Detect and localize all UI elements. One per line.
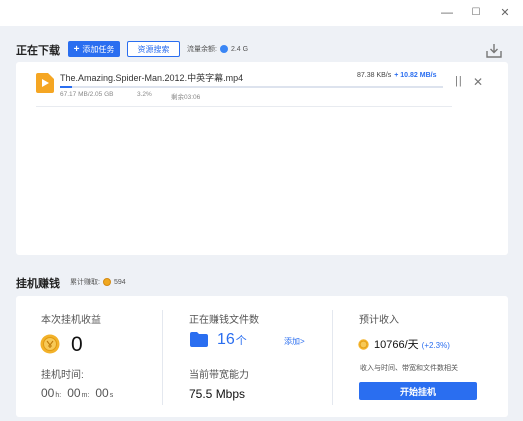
expected-income-note: 收入与时间、带宽和文件数相关 [360, 365, 458, 372]
folder-icon [190, 332, 208, 347]
earning-files-number: 16 [217, 331, 235, 348]
traffic-balance: 流量余额: 2.4 G [187, 44, 248, 54]
coin-small-icon [358, 337, 369, 350]
add-task-label: 添加任务 [82, 44, 115, 54]
earn-title: 挂机赚钱 [16, 278, 60, 290]
plus-icon: + [73, 43, 80, 55]
idle-seconds-unit: s [109, 392, 114, 399]
task-speed-boost: + 10.82 MB/s [394, 72, 437, 79]
task-divider [36, 106, 452, 107]
earning-files-unit: 个 [235, 335, 247, 347]
coin-icon [102, 278, 111, 286]
earning-files-count: 16 个 [217, 331, 247, 349]
task-progress-bar [60, 86, 443, 88]
task-progress-fill [60, 86, 73, 88]
earning-files-label: 正在赚钱文件数 [189, 315, 259, 326]
task-filename[interactable]: The.Amazing.Spider-Man.2012.中英字幕.mp4 [60, 71, 243, 84]
video-file-icon [36, 73, 54, 93]
add-task-button[interactable]: + 添加任务 [68, 41, 120, 57]
task-speed-value: 87.38 KB/s [357, 72, 392, 79]
traffic-value: 2.4 G [230, 45, 249, 53]
idle-seconds: 00 [95, 386, 109, 400]
minimize-button[interactable]: — [437, 3, 457, 21]
column-divider-2 [332, 310, 333, 405]
accumulated-label: 累计赚取: [70, 279, 100, 286]
idle-time-label: 挂机时间: [41, 370, 84, 381]
close-window-button[interactable]: ✕ [495, 3, 515, 21]
idle-minutes: 00 [67, 386, 81, 400]
download-folder-icon[interactable] [485, 42, 503, 60]
expected-income-change: (+2.3%) [421, 341, 450, 350]
traffic-coin-icon [219, 45, 228, 53]
accumulated-earnings: 累计赚取: 594 [70, 277, 126, 287]
maximize-button[interactable]: ☐ [466, 3, 486, 21]
task-size-progress: 67.17 MB/2.05 GB [60, 91, 114, 98]
window-titlebar: — ☐ ✕ [0, 0, 523, 26]
delete-task-button[interactable]: ✕ [473, 75, 483, 89]
downloading-title: 正在下载 [16, 45, 60, 57]
start-idle-button[interactable]: 开始挂机 [359, 382, 477, 400]
session-income-label: 本次挂机收益 [41, 315, 101, 326]
resource-search-button[interactable]: 资源搜索 [127, 41, 180, 57]
pause-button[interactable]: | | [455, 75, 462, 87]
task-speed: 87.38 KB/s + 10.82 MB/s [357, 72, 436, 79]
idle-minutes-unit: m: [81, 392, 90, 399]
bandwidth-label: 当前带宽能力 [189, 370, 249, 381]
task-remaining: 剩余03:06 [171, 94, 201, 101]
add-files-link[interactable]: 添加> [284, 336, 305, 347]
expected-income-label: 预计收入 [359, 315, 399, 326]
traffic-label: 流量余额: [187, 46, 217, 53]
task-percent: 3.2% [137, 91, 152, 98]
idle-hours-unit: h: [55, 392, 62, 399]
bandwidth-value: 75.5 Mbps [189, 387, 246, 401]
expected-income: 10766/天 (+2.3%) [374, 336, 450, 352]
column-divider-1 [162, 310, 163, 405]
expected-income-value: 10766/天 [374, 339, 419, 351]
accumulated-value: 594 [113, 278, 126, 286]
idle-time-value: 00 h: 00 m: 00 s [41, 386, 113, 400]
idle-hours: 00 [41, 386, 55, 400]
session-income-value: 0 [71, 333, 83, 356]
coin-medal-icon [40, 334, 60, 354]
